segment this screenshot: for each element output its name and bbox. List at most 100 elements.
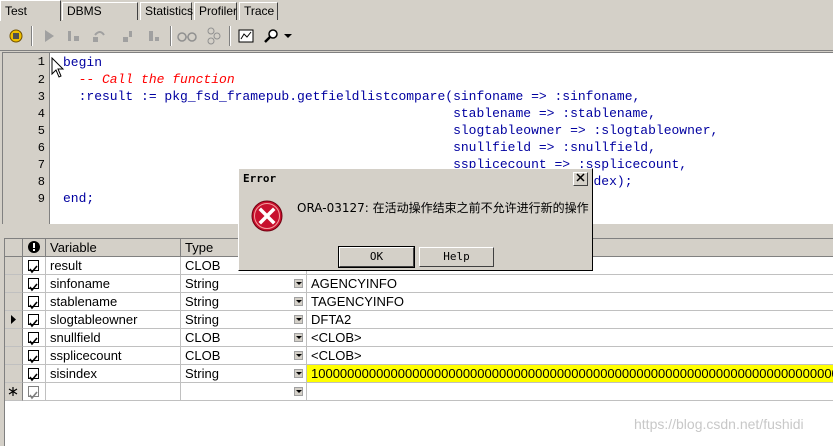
row-indicator xyxy=(5,383,23,401)
row-checkbox[interactable] xyxy=(23,329,46,347)
chevron-down-icon[interactable] xyxy=(294,333,303,342)
row-checkbox[interactable] xyxy=(23,293,46,311)
toolbar xyxy=(0,22,833,51)
table-row[interactable]: snullfield CLOB <CLOB> xyxy=(5,329,833,347)
variable-cell[interactable]: sisindex xyxy=(46,365,181,383)
dialog-title: Error xyxy=(243,172,277,185)
type-cell[interactable]: CLOB xyxy=(181,347,307,365)
line-number: 8 xyxy=(37,175,45,189)
debug-icon[interactable] xyxy=(5,25,27,47)
chevron-down-icon[interactable] xyxy=(294,369,303,378)
ok-button[interactable]: OK xyxy=(338,246,415,268)
variable-cell[interactable]: slogtableowner xyxy=(46,311,181,329)
asterisk-icon xyxy=(8,387,18,396)
row-indicator xyxy=(5,311,23,329)
dialog-titlebar[interactable]: Error xyxy=(241,171,590,188)
type-text: String xyxy=(185,312,219,327)
output-window-icon[interactable] xyxy=(235,25,257,47)
chevron-down-icon[interactable] xyxy=(294,387,303,396)
value-cell[interactable]: DFTA2 xyxy=(307,311,833,329)
code-line: slogtableowner => :slogtableowner, xyxy=(63,123,719,138)
error-dialog: Error ORA-03127: 在活动操作结束之前不允许进行新的操作 OK H… xyxy=(238,168,593,271)
type-cell[interactable]: String xyxy=(181,275,307,293)
step-over-icon[interactable] xyxy=(88,25,110,47)
table-row[interactable]: slogtableowner String DFTA2 xyxy=(5,311,833,329)
table-row[interactable]: sisindex String 100000000000000000000000… xyxy=(5,365,833,383)
code-line: stablename => :stablename, xyxy=(63,106,656,121)
run-icon[interactable] xyxy=(38,25,60,47)
close-icon xyxy=(576,173,585,182)
type-text: CLOB xyxy=(185,330,221,345)
type-text: String xyxy=(185,276,219,291)
type-cell[interactable]: String xyxy=(181,293,307,311)
value-cell[interactable] xyxy=(307,383,833,401)
find-icon[interactable] xyxy=(260,25,282,47)
current-row-arrow-icon xyxy=(11,315,16,324)
tab-statistics[interactable]: Statistics xyxy=(140,2,193,20)
variable-cell[interactable]: stablename xyxy=(46,293,181,311)
step-out-icon[interactable] xyxy=(117,25,139,47)
code-line-comment: -- Call the function xyxy=(63,72,235,87)
table-row[interactable]: ssplicecount CLOB <CLOB> xyxy=(5,347,833,365)
row-indicator xyxy=(5,347,23,365)
type-cell[interactable]: String xyxy=(181,311,307,329)
checked-column-header[interactable] xyxy=(23,239,46,257)
row-indicator xyxy=(5,365,23,383)
row-checkbox[interactable] xyxy=(23,383,46,401)
type-cell[interactable]: String xyxy=(181,365,307,383)
type-text: CLOB xyxy=(185,258,221,273)
code-line: :result := pkg_fsd_framepub.getfieldlist… xyxy=(63,89,641,104)
glasses-icon[interactable] xyxy=(176,25,198,47)
row-checkbox[interactable] xyxy=(23,365,46,383)
value-cell-highlighted[interactable]: 1000000000000000000000000000000000000000… xyxy=(307,365,833,383)
line-number: 7 xyxy=(37,158,45,172)
variable-cell[interactable] xyxy=(46,383,181,401)
step-into-icon[interactable] xyxy=(62,25,84,47)
table-row[interactable]: stablename String TAGENCYINFO xyxy=(5,293,833,311)
chevron-down-icon[interactable] xyxy=(294,351,303,360)
help-button[interactable]: Help xyxy=(419,247,494,267)
row-indicator xyxy=(5,257,23,275)
variable-cell[interactable]: ssplicecount xyxy=(46,347,181,365)
tab-bar: Test script DBMS Output Statistics Profi… xyxy=(0,0,833,38)
row-indicator xyxy=(5,275,23,293)
chevron-down-icon[interactable] xyxy=(294,297,303,306)
line-number: 2 xyxy=(37,73,45,87)
code-line: end; xyxy=(63,191,95,206)
line-number: 9 xyxy=(37,192,45,206)
tab-trace[interactable]: Trace xyxy=(239,2,278,20)
type-cell[interactable]: CLOB xyxy=(181,329,307,347)
run-to-exception-icon[interactable] xyxy=(143,25,165,47)
error-message: ORA-03127: 在活动操作结束之前不允许进行新的操作 xyxy=(297,201,589,215)
row-checkbox[interactable] xyxy=(23,311,46,329)
variable-column-header[interactable]: Variable xyxy=(46,239,181,257)
chevron-down-icon[interactable] xyxy=(294,279,303,288)
value-cell[interactable]: <CLOB> xyxy=(307,347,833,365)
value-cell[interactable]: TAGENCYINFO xyxy=(307,293,833,311)
new-row[interactable] xyxy=(5,383,833,401)
type-text: String xyxy=(185,366,219,381)
chevron-down-icon[interactable] xyxy=(282,25,294,47)
tab-profiler[interactable]: Profiler xyxy=(194,2,237,20)
variable-cell[interactable]: result xyxy=(46,257,181,275)
error-icon xyxy=(251,200,283,232)
tab-test-script[interactable]: Test script xyxy=(0,0,61,38)
row-checkbox[interactable] xyxy=(23,275,46,293)
variable-cell[interactable]: sinfoname xyxy=(46,275,181,293)
row-indicator xyxy=(5,329,23,347)
line-gutter: 1 2 3 4 5 6 7 8 9 xyxy=(3,53,49,224)
type-cell[interactable] xyxy=(181,383,307,401)
close-button[interactable] xyxy=(573,172,588,186)
table-row[interactable]: sinfoname String AGENCYINFO xyxy=(5,275,833,293)
value-cell[interactable]: AGENCYINFO xyxy=(307,275,833,293)
variable-cell[interactable]: snullfield xyxy=(46,329,181,347)
value-cell[interactable]: <CLOB> xyxy=(307,329,833,347)
tab-dbms-output[interactable]: DBMS Output xyxy=(62,2,138,35)
row-checkbox[interactable] xyxy=(23,347,46,365)
indicator-header xyxy=(5,239,23,257)
code-line: begin xyxy=(63,55,103,70)
chevron-down-icon[interactable] xyxy=(294,315,303,324)
breakpoints-icon[interactable] xyxy=(203,25,225,47)
line-number: 5 xyxy=(37,124,45,138)
row-checkbox[interactable] xyxy=(23,257,46,275)
